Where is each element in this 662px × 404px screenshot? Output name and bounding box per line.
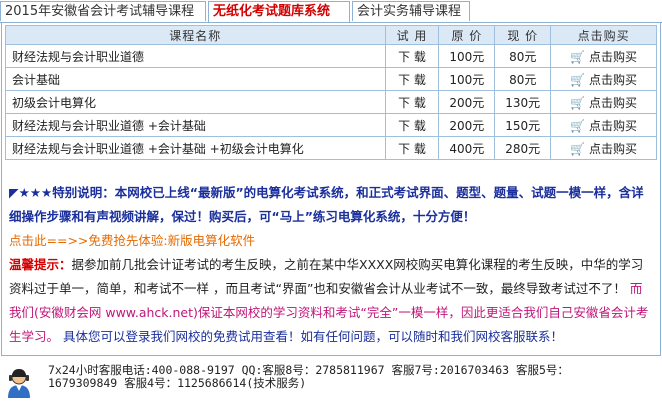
free-trial-link[interactable]: 点击此==>>免费抢先体验:新版电算化软件 <box>9 229 649 253</box>
cart-icon: 🛒 <box>570 72 586 87</box>
buy-label: 点击购买 <box>589 141 638 156</box>
buy-button[interactable]: 🛒 点击购买 <box>550 90 657 114</box>
current-price: 150元 <box>494 113 552 137</box>
header-course-name: 课程名称 <box>5 25 386 45</box>
customer-service-icon <box>8 369 30 398</box>
table-row: 财经法规与会计职业道德 下 载 100元 80元 🛒 点击购买 <box>5 44 657 68</box>
download-link[interactable]: 下 载 <box>384 113 440 137</box>
table-header-row: 课程名称 试 用 原 价 现 价 点击购买 <box>5 25 657 45</box>
special-note-label: ◤★★★特别说明： <box>9 185 115 200</box>
contact-info: 7x24小时客服电话:400-088-9197 QQ:客服8号：27858119… <box>48 364 608 390</box>
cart-icon: 🛒 <box>570 118 586 133</box>
course-tabs: 2015年安徽省会计考试辅导课程 无纸化考试题库系统 会计实务辅导课程 <box>0 0 662 23</box>
buy-button[interactable]: 🛒 点击购买 <box>550 67 657 91</box>
tab-practice-courses[interactable]: 会计实务辅导课程 <box>352 1 470 21</box>
tab-accounting-courses[interactable]: 2015年安徽省会计考试辅导课程 <box>0 1 206 21</box>
current-price: 80元 <box>494 44 552 68</box>
table-row: 会计基础 下 载 100元 80元 🛒 点击购买 <box>5 67 657 91</box>
course-name: 财经法规与会计职业道德 +会计基础 <box>5 113 386 137</box>
buy-button[interactable]: 🛒 点击购买 <box>550 113 657 137</box>
download-link[interactable]: 下 载 <box>384 90 440 114</box>
warm-tip-text: 据参加前几批会计证考试的考生反映，之前在某中华XXXX网校购买电算化课程的考生反… <box>9 257 644 296</box>
course-table: 课程名称 试 用 原 价 现 价 点击购买 财经法规与会计职业道德 下 载 10… <box>5 25 657 160</box>
course-name: 财经法规与会计职业道德 +会计基础 +初级会计电算化 <box>5 136 386 160</box>
original-price: 200元 <box>438 90 496 114</box>
warm-tip-contact: 具体您可以登录我们网校的免费试用查看！如有任何问题，可以随时和我们网校客服联系！ <box>63 329 564 344</box>
original-price: 100元 <box>438 67 496 91</box>
header-original-price: 原 价 <box>438 25 496 45</box>
current-price: 130元 <box>494 90 552 114</box>
warm-tip: 温馨提示：据参加前几批会计证考试的考生反映，之前在某中华XXXX网校购买电算化课… <box>9 253 649 349</box>
contact-footer: 7x24小时客服电话:400-088-9197 QQ:客服8号：27858119… <box>0 360 662 404</box>
current-price: 280元 <box>494 136 552 160</box>
header-current-price: 现 价 <box>494 25 552 45</box>
course-name: 财经法规与会计职业道德 <box>5 44 386 68</box>
buy-label: 点击购买 <box>589 118 638 133</box>
warm-tip-label: 温馨提示： <box>9 257 72 272</box>
buy-button[interactable]: 🛒 点击购买 <box>550 44 657 68</box>
contact-line: 1679309849 客服4号：1125686614(技术服务) <box>48 376 307 390</box>
cart-icon: 🛒 <box>570 49 586 64</box>
current-price: 80元 <box>494 67 552 91</box>
course-name: 会计基础 <box>5 67 386 91</box>
special-note: ◤★★★特别说明：本网校已上线“最新版”的电算化考试系统，和正式考试界面、题型、… <box>9 181 649 229</box>
table-row: 财经法规与会计职业道德 +会计基础 下 载 200元 150元 🛒 点击购买 <box>5 113 657 137</box>
original-price: 100元 <box>438 44 496 68</box>
cart-icon: 🛒 <box>570 95 586 110</box>
buy-label: 点击购买 <box>589 72 638 87</box>
buy-label: 点击购买 <box>589 49 638 64</box>
tab-paperless-exam-system[interactable]: 无纸化考试题库系统 <box>208 1 350 23</box>
table-row: 初级会计电算化 下 载 200元 130元 🛒 点击购买 <box>5 90 657 114</box>
header-trial: 试 用 <box>384 25 440 45</box>
table-row: 财经法规与会计职业道德 +会计基础 +初级会计电算化 下 载 400元 280元… <box>5 136 657 160</box>
buy-button[interactable]: 🛒 点击购买 <box>550 136 657 160</box>
header-buy: 点击购买 <box>550 25 657 45</box>
cart-icon: 🛒 <box>570 141 586 156</box>
download-link[interactable]: 下 载 <box>384 67 440 91</box>
download-link[interactable]: 下 载 <box>384 136 440 160</box>
notice-block: ◤★★★特别说明：本网校已上线“最新版”的电算化考试系统，和正式考试界面、题型、… <box>9 181 649 349</box>
buy-label: 点击购买 <box>589 95 638 110</box>
course-name: 初级会计电算化 <box>5 90 386 114</box>
original-price: 400元 <box>438 136 496 160</box>
original-price: 200元 <box>438 113 496 137</box>
download-link[interactable]: 下 载 <box>384 44 440 68</box>
